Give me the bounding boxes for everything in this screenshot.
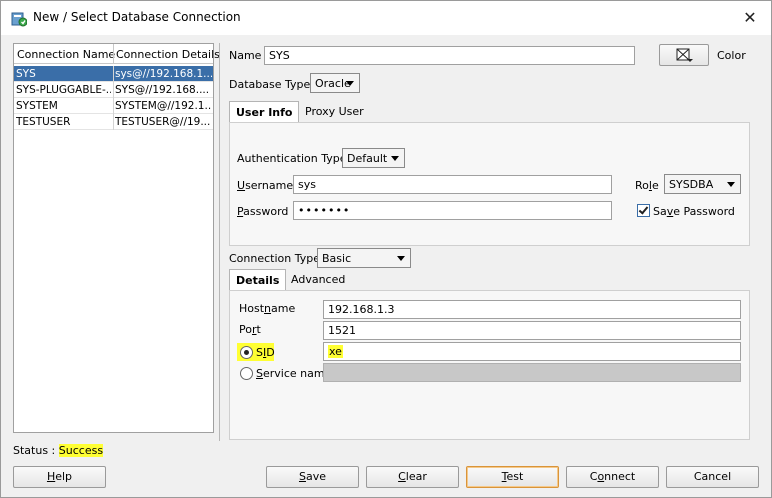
- connection-name: SYS-PLUGGABLE-...: [16, 84, 111, 96]
- test-button[interactable]: Test: [466, 466, 559, 488]
- hostname-label: Hostname: [239, 302, 296, 315]
- password-label: Password: [237, 205, 289, 218]
- chevron-down-icon: [727, 182, 735, 187]
- tab-proxy-user[interactable]: Proxy User: [299, 101, 370, 123]
- sid-input[interactable]: xe: [323, 342, 741, 361]
- connection-name: SYS: [16, 68, 36, 80]
- service-name-radio[interactable]: [240, 367, 253, 380]
- color-label: Color: [717, 49, 746, 62]
- column-header-connection-name[interactable]: Connection Name: [17, 48, 115, 61]
- database-type-select[interactable]: Oracle: [310, 73, 360, 93]
- username-input[interactable]: sys: [293, 175, 612, 194]
- color-swatch-icon: [676, 48, 693, 62]
- status-value: Success: [58, 444, 104, 457]
- database-connection-icon: [11, 12, 27, 27]
- save-button[interactable]: Save: [266, 466, 359, 488]
- connection-row-sys[interactable]: SYS sys@//192.168.1...: [14, 66, 213, 82]
- role-select[interactable]: SYSDBA: [664, 174, 741, 194]
- database-type-label: Database Type: [229, 78, 311, 91]
- role-value: SYSDBA: [669, 178, 714, 191]
- tab-user-info[interactable]: User Info: [229, 101, 300, 123]
- sid-value: xe: [328, 345, 343, 358]
- sid-label: SID: [256, 346, 275, 359]
- save-password-label: Save Password: [653, 205, 735, 218]
- authentication-type-label: Authentication Type: [237, 152, 347, 165]
- name-input[interactable]: SYS: [264, 46, 635, 65]
- authentication-type-select[interactable]: Default: [342, 148, 405, 168]
- window-title: New / Select Database Connection: [33, 10, 241, 24]
- chevron-down-icon: [346, 81, 354, 86]
- connection-row-testuser[interactable]: TESTUSER TESTUSER@//19...: [14, 114, 213, 130]
- role-label: Role: [635, 179, 659, 192]
- save-password-checkbox[interactable]: [637, 204, 650, 217]
- cancel-button[interactable]: Cancel: [666, 466, 759, 488]
- service-name-input[interactable]: [323, 363, 741, 382]
- name-label: Name: [229, 49, 262, 62]
- connection-details: TESTUSER@//19...: [115, 116, 211, 128]
- authentication-type-value: Default: [347, 152, 388, 165]
- help-button[interactable]: Help: [13, 466, 106, 488]
- chevron-down-icon: [391, 156, 399, 161]
- connection-type-label: Connection Type: [229, 252, 321, 265]
- port-input[interactable]: 1521: [323, 321, 741, 340]
- connection-list[interactable]: Connection Name Connection Details SYS s…: [13, 43, 220, 433]
- port-label: Port: [239, 323, 261, 336]
- panel-splitter[interactable]: [219, 43, 220, 441]
- hostname-input[interactable]: 192.168.1.3: [323, 300, 741, 319]
- service-name-label: Service name: [256, 367, 332, 380]
- connection-list-header: Connection Name Connection Details: [14, 44, 220, 64]
- status-label: Status :: [13, 444, 59, 457]
- connection-details: sys@//192.168.1...: [115, 68, 212, 80]
- clear-button[interactable]: Clear: [366, 466, 459, 488]
- connection-details: SYS@//192.168....: [115, 84, 210, 96]
- column-header-connection-details[interactable]: Connection Details: [116, 48, 220, 61]
- connection-row-system[interactable]: SYSTEM SYSTEM@//192.1...: [14, 98, 213, 114]
- connection-row-sys-pluggable[interactable]: SYS-PLUGGABLE-... SYS@//192.168....: [14, 82, 213, 98]
- connection-name: SYSTEM: [16, 100, 58, 112]
- title-bar: New / Select Database Connection ✕: [1, 1, 771, 35]
- color-picker-button[interactable]: [659, 44, 709, 66]
- tab-details[interactable]: Details: [229, 269, 287, 291]
- username-label: Username: [237, 179, 294, 192]
- radio-selected-dot: [244, 350, 249, 355]
- connection-name: TESTUSER: [16, 116, 71, 128]
- close-icon[interactable]: ✕: [737, 6, 763, 30]
- dialog-window: New / Select Database Connection ✕ Conne…: [0, 0, 772, 498]
- sid-radio[interactable]: [240, 346, 253, 359]
- status-line: Status : Success: [13, 444, 104, 457]
- connect-button[interactable]: Connect: [566, 466, 659, 488]
- chevron-down-icon: [397, 256, 405, 261]
- connection-details: SYSTEM@//192.1...: [115, 100, 212, 112]
- connection-type-value: Basic: [322, 252, 352, 265]
- connection-type-select[interactable]: Basic: [317, 248, 411, 268]
- tab-advanced[interactable]: Advanced: [285, 269, 351, 291]
- checkmark-icon: [638, 204, 649, 215]
- password-input[interactable]: •••••••: [293, 201, 612, 220]
